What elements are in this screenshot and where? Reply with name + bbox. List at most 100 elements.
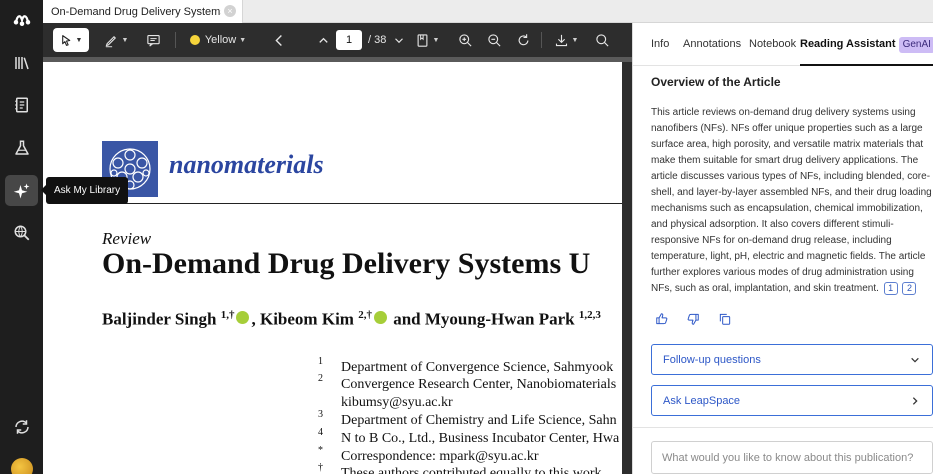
equal-contribution-note: These authors contributed equally to thi… — [341, 466, 602, 474]
chevron-down-icon: ▼ — [75, 36, 83, 44]
bookmark-dropdown[interactable]: ▼ — [411, 23, 443, 57]
ask-leapspace-button[interactable]: Ask LeapSpace — [651, 385, 933, 416]
highlight-color-label: Yellow — [204, 34, 237, 46]
thumbs-down-icon — [687, 313, 699, 325]
sparkle-icon — [13, 183, 29, 198]
search-document-button[interactable] — [592, 23, 612, 57]
document-tab[interactable]: On-Demand Drug Delivery Systems U... × — [43, 0, 243, 23]
zoom-out-icon — [487, 33, 501, 47]
summary-text: This article reviews on-demand drug deli… — [651, 107, 932, 294]
chevron-down-icon — [909, 354, 921, 366]
highlight-color-dropdown[interactable]: Yellow ▼ — [187, 23, 249, 57]
zoom-in-icon — [458, 33, 472, 47]
genai-badge: GenAI — [898, 37, 933, 53]
side-panel: Info Annotations Notebook Reading Assist… — [632, 23, 933, 474]
orcid-icon[interactable] — [373, 310, 387, 324]
search-globe-icon — [14, 225, 29, 240]
tab-annotations[interactable]: Annotations — [683, 23, 741, 66]
affiliation-text: Department of Chemistry and Life Science… — [341, 413, 617, 428]
rail-search-button[interactable] — [5, 217, 38, 248]
toolbar-divider — [541, 32, 542, 48]
chevron-down-icon: ▼ — [239, 36, 247, 44]
chevron-down-icon: ▼ — [432, 36, 440, 44]
rail-notebook-button[interactable] — [5, 89, 38, 120]
author-name: Myoung-Hwan Park — [424, 309, 575, 329]
chevron-right-icon — [909, 395, 921, 407]
follow-up-questions-dropdown[interactable]: Follow-up questions — [651, 344, 933, 375]
close-icon[interactable]: × — [224, 5, 236, 17]
thumbs-up-button[interactable] — [654, 311, 670, 327]
download-dropdown[interactable]: ▼ — [550, 23, 582, 57]
ask-library-tooltip: Ask My Library — [40, 177, 129, 204]
citation-badge[interactable]: 1 — [883, 282, 898, 295]
author-separator: , — [251, 309, 256, 329]
author-conjunction: and — [393, 309, 421, 329]
correspondence-text: Correspondence: mpark@syu.ac.kr — [341, 449, 539, 464]
rail-flask-button[interactable] — [5, 132, 38, 163]
comment-tool-button[interactable] — [141, 23, 165, 57]
notebook-icon — [14, 97, 28, 112]
author-line: Baljinder Singh 1,†, Kibeom Kim 2,† and … — [102, 309, 601, 330]
zoom-in-button[interactable] — [455, 23, 475, 57]
rail-sync-button[interactable] — [5, 411, 38, 442]
toolbar-divider — [175, 32, 176, 48]
journal-name: nanomaterials — [169, 150, 324, 179]
flask-icon — [14, 140, 29, 155]
panel-divider — [633, 427, 933, 428]
app-window: Ask My Library On-Demand Drug Delivery S… — [0, 0, 933, 474]
copy-icon — [719, 313, 731, 325]
highlighter-pen-icon — [105, 35, 116, 47]
tab-info[interactable]: Info — [651, 23, 669, 66]
affiliation-number: † — [318, 462, 323, 473]
next-page-button[interactable] — [392, 23, 406, 57]
author-affiliation-marker: 1,2,3 — [578, 309, 601, 321]
previous-page-button[interactable] — [315, 23, 331, 57]
library-icon — [14, 56, 29, 69]
rotate-button[interactable] — [513, 23, 533, 57]
affiliation-number: 1 — [318, 356, 323, 367]
affiliation-email: kibumsy@syu.ac.kr — [341, 395, 453, 410]
document-tab-bar: On-Demand Drug Delivery Systems U... × — [43, 0, 933, 23]
select-tool-button[interactable]: ▼ — [53, 28, 89, 52]
affiliation-number: 2 — [318, 373, 323, 384]
app-logo[interactable] — [5, 4, 38, 35]
author-name: Kibeom Kim — [259, 309, 354, 329]
overview-heading: Overview of the Article — [651, 75, 781, 89]
author-affiliation-marker: 2,† — [358, 309, 372, 321]
tab-notebook[interactable]: Notebook — [749, 23, 796, 66]
thumbs-down-button[interactable] — [685, 311, 701, 327]
header-rule — [102, 203, 632, 204]
side-panel-tabs: Info Annotations Notebook Reading Assist… — [633, 23, 933, 66]
document-tab-title: On-Demand Drug Delivery Systems U... — [51, 5, 221, 18]
user-avatar[interactable] — [11, 458, 33, 474]
left-rail — [0, 0, 43, 474]
pdf-page[interactable]: nanomaterials Review On-Demand Drug Deli… — [43, 62, 632, 474]
comment-icon — [146, 34, 160, 47]
zoom-out-button[interactable] — [484, 23, 504, 57]
collapse-toolbar-button[interactable] — [269, 23, 289, 57]
chevron-down-icon: ▼ — [571, 36, 579, 44]
page-number-input[interactable]: 1 — [336, 30, 362, 50]
citation-badge[interactable]: 2 — [902, 282, 917, 295]
affiliation-text: Department of Convergence Science, Sahmy… — [341, 360, 614, 375]
copy-button[interactable] — [717, 311, 733, 327]
chevron-down-icon — [395, 37, 403, 43]
article-type: Review — [102, 229, 152, 248]
document-viewport-edge — [622, 62, 632, 474]
bookmark-list-icon — [417, 33, 427, 47]
overview-summary: This article reviews on-demand drug deli… — [651, 105, 933, 297]
chevron-down-icon: ▼ — [121, 36, 129, 44]
rail-library-button[interactable] — [5, 47, 38, 78]
rail-ask-library-button[interactable] — [5, 175, 38, 206]
tab-reading-assistant-label: Reading Assistant — [800, 38, 896, 50]
author-affiliation-marker: 1,† — [220, 309, 235, 321]
pdf-toolbar: ▼ ▼ Yellow ▼ 1 / 38 ▼ ▼ — [43, 23, 632, 57]
rotate-icon — [518, 33, 528, 45]
page-total: / 38 — [368, 34, 387, 46]
ask-question-input[interactable] — [651, 441, 933, 474]
affiliation-text: N to B Co., Ltd., Business Incubator Cen… — [341, 431, 620, 446]
orcid-icon[interactable] — [236, 310, 250, 324]
highlighter-tool-button[interactable]: ▼ — [100, 23, 132, 57]
tab-reading-assistant[interactable]: Reading Assistant GenAI — [800, 23, 933, 66]
search-icon — [595, 33, 609, 47]
